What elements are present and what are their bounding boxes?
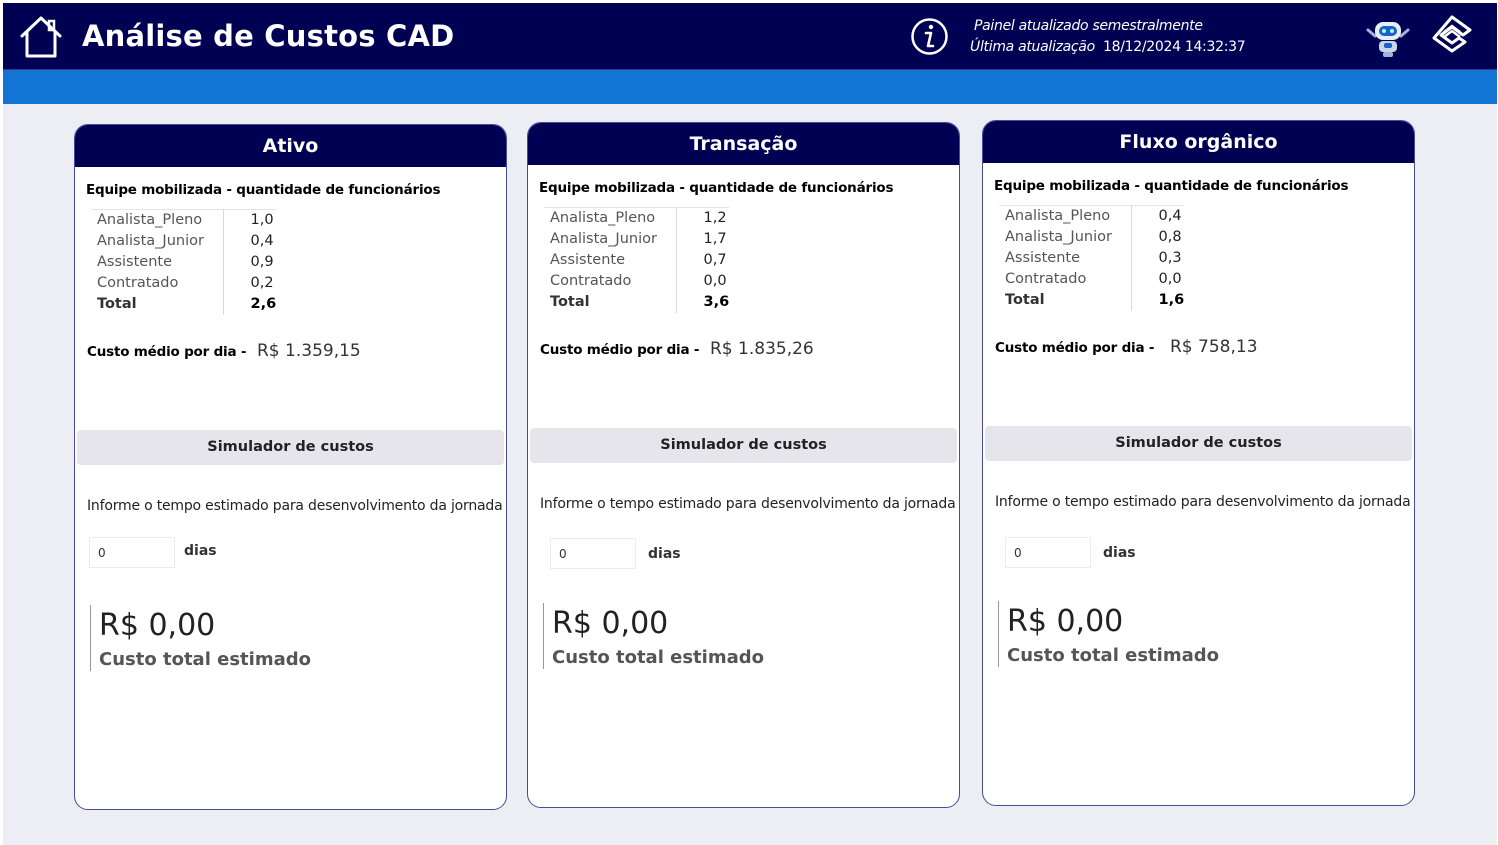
role-value: 0,0 <box>703 273 727 289</box>
avg-cost-value: R$ 1.835,26 <box>710 339 814 359</box>
avg-cost-label: Custo médio por dia - <box>87 344 247 360</box>
role-name: Analista_Junior <box>91 230 224 252</box>
role-name: Analista_Junior <box>544 228 677 250</box>
total-cost-value: R$ 0,00 <box>1007 604 1124 639</box>
team-table: Analista_Pleno 0,4 Analista_Junior 0,8 Ass… <box>999 205 1185 311</box>
table-total-row: Total 1,6 <box>999 289 1185 311</box>
table-row: Contratado 0,0 <box>544 270 729 292</box>
role-name: Contratado <box>544 270 677 292</box>
role-value: 0,8 <box>1158 229 1182 245</box>
kpi-divider <box>543 603 544 669</box>
bank-logo-icon[interactable] <box>1432 15 1472 53</box>
simulator-title: Simulador de custos <box>530 428 957 463</box>
home-icon[interactable] <box>16 14 66 60</box>
table-row: Contratado 0,0 <box>999 268 1184 290</box>
avg-cost-value: R$ 1.359,15 <box>257 341 361 361</box>
team-table: Analista_Pleno 1,0 Analista_Junior 0,4 Ass… <box>91 209 277 315</box>
duration-prompt: Informe o tempo estimado para desenvolvi… <box>995 494 1411 510</box>
total-value: 1,6 <box>1158 292 1185 308</box>
total-cost-value: R$ 0,00 <box>552 606 669 641</box>
total-value: 2,6 <box>250 296 277 312</box>
table-row: Analista_Pleno 0,4 <box>999 205 1185 227</box>
total-label: Total <box>544 291 677 313</box>
total-label: Total <box>999 289 1132 311</box>
avg-cost-value: R$ 758,13 <box>1170 337 1258 357</box>
role-name: Contratado <box>91 272 224 294</box>
table-total-row: Total 2,6 <box>91 293 277 315</box>
total-label: Total <box>91 293 224 315</box>
card-title: Transação <box>528 123 959 165</box>
role-value: 0,4 <box>1131 205 1185 227</box>
role-name: Assistente <box>999 247 1132 269</box>
update-frequency-note: Painel atualizado semestralmente <box>974 18 1203 34</box>
table-row: Assistente 0,3 <box>999 247 1184 269</box>
team-section-title: Equipe mobilizada - quantidade de funcio… <box>86 182 441 198</box>
card-title: Fluxo orgânico <box>983 121 1414 163</box>
accent-band <box>3 70 1497 104</box>
table-row: Contratado 0,2 <box>91 272 276 294</box>
table-row: Analista_Pleno 1,2 <box>544 207 730 229</box>
days-input[interactable] <box>1005 537 1091 568</box>
role-value: 0,4 <box>250 233 274 249</box>
days-unit-label: dias <box>648 546 681 562</box>
card-fluxo-organico: Fluxo orgânico Equipe mobilizada - quant… <box>982 120 1415 806</box>
role-name: Contratado <box>999 268 1132 290</box>
card-transacao: Transação Equipe mobilizada - quantidade… <box>527 122 960 808</box>
total-cost-label: Custo total estimado <box>1007 645 1219 666</box>
role-value: 1,7 <box>703 231 727 247</box>
role-value: 1,2 <box>676 207 730 229</box>
days-unit-label: dias <box>184 543 217 559</box>
table-row: Assistente 0,7 <box>544 249 729 271</box>
table-row: Analista_Junior 0,4 <box>91 230 276 252</box>
role-value: 1,0 <box>223 209 277 231</box>
role-name: Analista_Pleno <box>91 209 224 231</box>
role-value: 0,0 <box>1158 271 1182 287</box>
duration-prompt: Informe o tempo estimado para desenvolvi… <box>87 498 503 514</box>
simulator-title: Simulador de custos <box>77 430 504 465</box>
total-cost-label: Custo total estimado <box>99 649 311 670</box>
table-total-row: Total 3,6 <box>544 291 730 313</box>
avg-cost-label: Custo médio por dia - <box>540 342 700 358</box>
info-icon[interactable] <box>909 16 950 57</box>
role-name: Analista_Pleno <box>999 205 1132 227</box>
duration-prompt: Informe o tempo estimado para desenvolvi… <box>540 496 956 512</box>
kpi-divider <box>90 605 91 671</box>
card-title: Ativo <box>75 125 506 167</box>
role-name: Assistente <box>544 249 677 271</box>
days-input[interactable] <box>89 537 175 568</box>
total-cost-value: R$ 0,00 <box>99 608 216 643</box>
total-cost-label: Custo total estimado <box>552 647 764 668</box>
table-row: Analista_Pleno 1,0 <box>91 209 277 231</box>
last-update-label: Última atualização <box>970 39 1095 55</box>
card-ativo: Ativo Equipe mobilizada - quantidade de … <box>74 124 507 810</box>
page-title: Análise de Custos CAD <box>82 19 455 53</box>
role-name: Analista_Junior <box>999 226 1132 248</box>
role-value: 0,7 <box>703 252 727 268</box>
days-input[interactable] <box>550 538 636 569</box>
role-name: Analista_Pleno <box>544 207 677 229</box>
role-value: 0,9 <box>250 254 274 270</box>
avg-cost-label: Custo médio por dia - <box>995 340 1155 356</box>
last-update-value: 18/12/2024 14:32:37 <box>1103 39 1246 55</box>
table-row: Analista_Junior 0,8 <box>999 226 1184 248</box>
simulator-title: Simulador de custos <box>985 426 1412 461</box>
robot-icon[interactable] <box>1364 14 1412 60</box>
days-unit-label: dias <box>1103 545 1136 561</box>
kpi-divider <box>998 601 999 667</box>
table-row: Analista_Junior 1,7 <box>544 228 729 250</box>
team-section-title: Equipe mobilizada - quantidade de funcio… <box>539 180 894 196</box>
role-value: 0,3 <box>1158 250 1182 266</box>
role-value: 0,2 <box>250 275 274 291</box>
team-table: Analista_Pleno 1,2 Analista_Junior 1,7 Ass… <box>544 207 730 313</box>
total-value: 3,6 <box>703 294 730 310</box>
role-name: Assistente <box>91 251 224 273</box>
team-section-title: Equipe mobilizada - quantidade de funcio… <box>994 178 1349 194</box>
table-row: Assistente 0,9 <box>91 251 276 273</box>
